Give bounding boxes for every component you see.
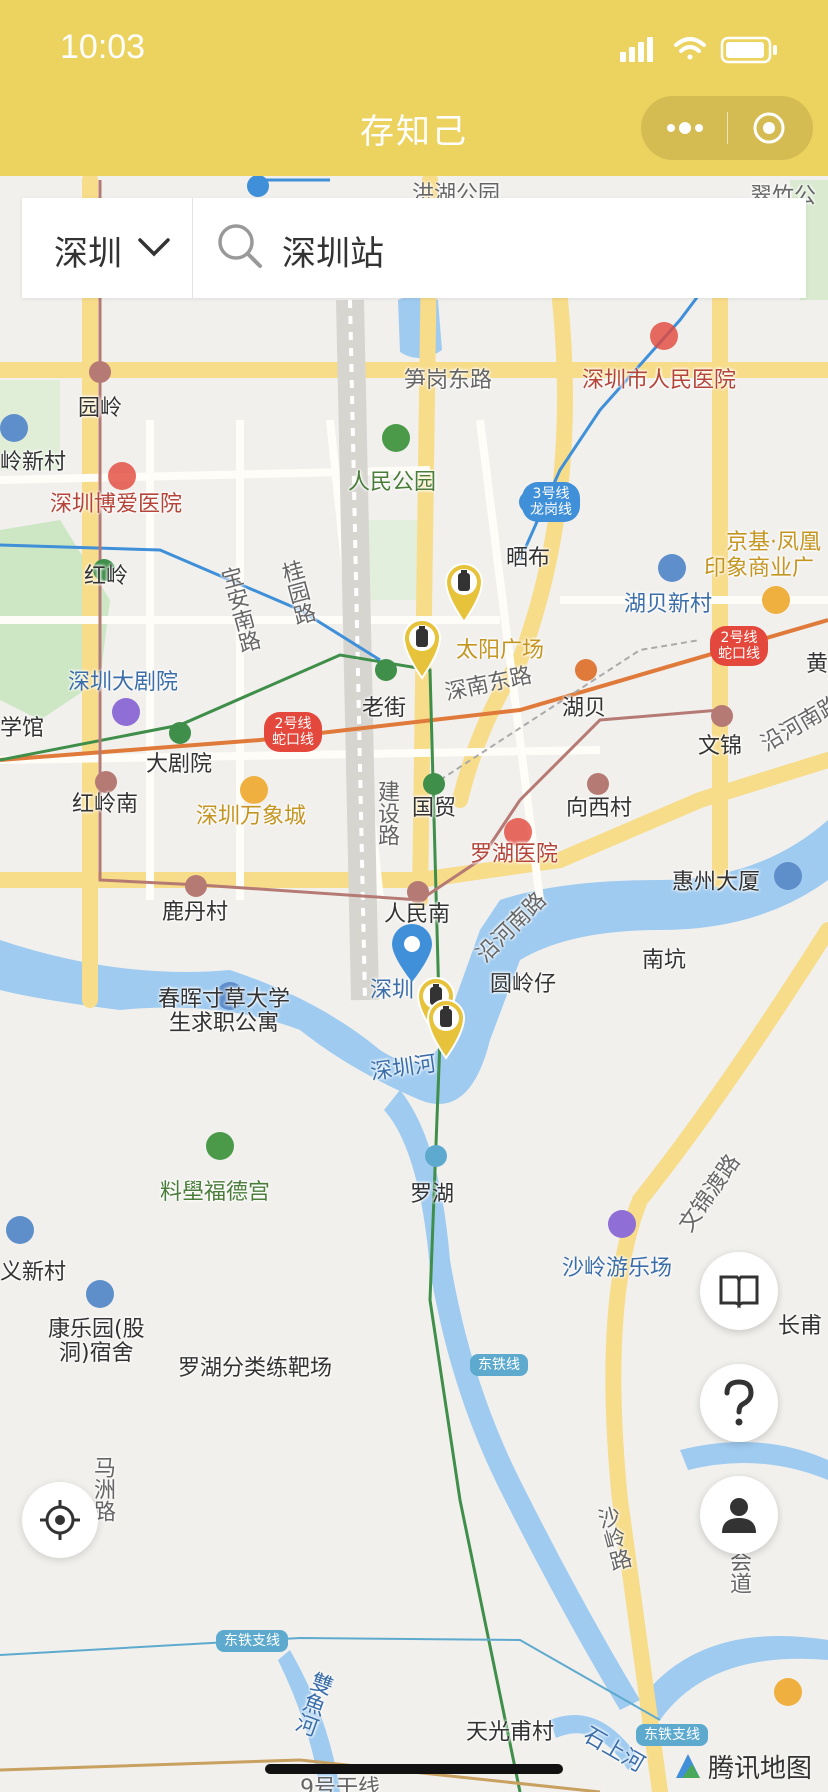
- map-label: 太阳广场: [456, 638, 545, 663]
- map-label: 印象商业广: [704, 556, 815, 581]
- map-label: 沙岭游乐场: [562, 1256, 673, 1281]
- locate-icon: [40, 1500, 80, 1540]
- help-button[interactable]: [700, 1364, 778, 1442]
- chevron-down-icon[interactable]: [136, 232, 172, 260]
- map-label: 深圳市人民医院: [582, 368, 737, 393]
- map-label: 春晖寸草大学 生求职公寓: [158, 987, 291, 1036]
- tencent-map-logo-icon: [676, 1754, 700, 1778]
- map-label: 鹿丹村: [162, 900, 229, 925]
- rail-line-badge: 东铁支线: [216, 1630, 288, 1652]
- app-header: 10:03 存知己: [0, 0, 828, 176]
- guide-button[interactable]: [700, 1252, 778, 1330]
- home-indicator: [265, 1764, 563, 1774]
- map-label: 大剧院: [146, 752, 213, 777]
- rail-line-badge: 东铁线: [470, 1354, 528, 1376]
- map-label: 晒布: [506, 546, 551, 571]
- map-label: 红岭南: [72, 792, 139, 817]
- map-label: 向西村: [566, 796, 633, 821]
- metro-line-badge: 2号线 蛇口线: [264, 712, 322, 752]
- map-label: 会道: [726, 1550, 751, 1594]
- map-label: 岭新村: [0, 450, 67, 475]
- map-label: 国贸: [412, 796, 457, 821]
- map-label: 文锦: [698, 734, 743, 759]
- map-label: 湖贝新村: [624, 592, 713, 617]
- map-label: 罗湖: [410, 1182, 455, 1207]
- signal-icon: [620, 37, 653, 62]
- mini-program-capsule: [641, 96, 813, 160]
- locker-pin-icon[interactable]: [400, 616, 444, 680]
- search-bar: 深圳 深圳站: [22, 198, 806, 298]
- metro-line-red: [518, 708, 721, 802]
- map-label: 料壆福德宫: [160, 1180, 271, 1205]
- locate-button[interactable]: [22, 1482, 98, 1558]
- map-label: 深圳大剧院: [68, 670, 179, 695]
- map-label: 长甫: [778, 1314, 823, 1339]
- wifi-icon: [674, 37, 706, 60]
- map-label: 建设路: [374, 780, 399, 846]
- map-label: 南坑: [642, 948, 687, 973]
- map-watermark: 腾讯地图: [708, 1754, 813, 1784]
- locker-pin-icon[interactable]: [442, 560, 486, 624]
- map-label: 惠州大厦: [672, 870, 761, 895]
- user-icon: [722, 1498, 756, 1533]
- map-label: 深圳博爱医院: [50, 492, 183, 517]
- metro-line-badge: 2号线 蛇口线: [710, 626, 768, 666]
- map-label: 老街: [362, 696, 407, 721]
- target-close-icon[interactable]: [751, 110, 787, 146]
- river-branch: [680, 1442, 828, 1480]
- battery-icon: [720, 36, 777, 64]
- map-label: 天光甫村: [466, 1720, 555, 1745]
- locker-pin-icon[interactable]: [424, 996, 468, 1060]
- more-dots-icon[interactable]: [663, 114, 707, 142]
- map-label: 黄: [806, 652, 828, 677]
- map-label: 红岭: [84, 564, 129, 589]
- book-icon: [719, 1275, 759, 1309]
- profile-button[interactable]: [700, 1476, 778, 1554]
- map-label: 圆岭仔: [490, 972, 557, 997]
- search-divider: [192, 198, 193, 298]
- map-label: 人民公园: [348, 470, 437, 495]
- map-label: 学馆: [0, 716, 45, 741]
- status-time: 10:03: [60, 28, 146, 66]
- map-label: 园岭: [78, 396, 123, 421]
- rail-line-badge: 东铁支线: [636, 1724, 708, 1746]
- city-selector[interactable]: 深圳: [54, 226, 122, 275]
- map-label: 罗湖分类练靶场: [178, 1356, 333, 1381]
- map-label: 义新村: [0, 1260, 67, 1285]
- river-branch: [640, 1636, 828, 1720]
- question-icon: [724, 1379, 754, 1426]
- station-pin-icon[interactable]: [388, 922, 436, 984]
- metro-line-badge: 3号线 龙岗线: [522, 482, 580, 522]
- map-view[interactable]: 洪湖公园 翠竹公 笋岗东路 深圳市人民医院 园岭 人民公园 岭新村 深圳博爱医院…: [0, 176, 828, 1792]
- map-label: 罗湖医院: [470, 842, 559, 867]
- map-label: 康乐园(股 洞)宿舍: [48, 1317, 145, 1366]
- map-label: 笋岗东路: [404, 368, 493, 393]
- map-label: 深圳万象城: [196, 804, 307, 829]
- map-label: 湖贝: [562, 696, 607, 721]
- search-input[interactable]: 深圳站: [282, 226, 384, 275]
- capsule-divider: [727, 112, 728, 144]
- status-icons: [620, 36, 777, 64]
- search-icon: [218, 224, 262, 268]
